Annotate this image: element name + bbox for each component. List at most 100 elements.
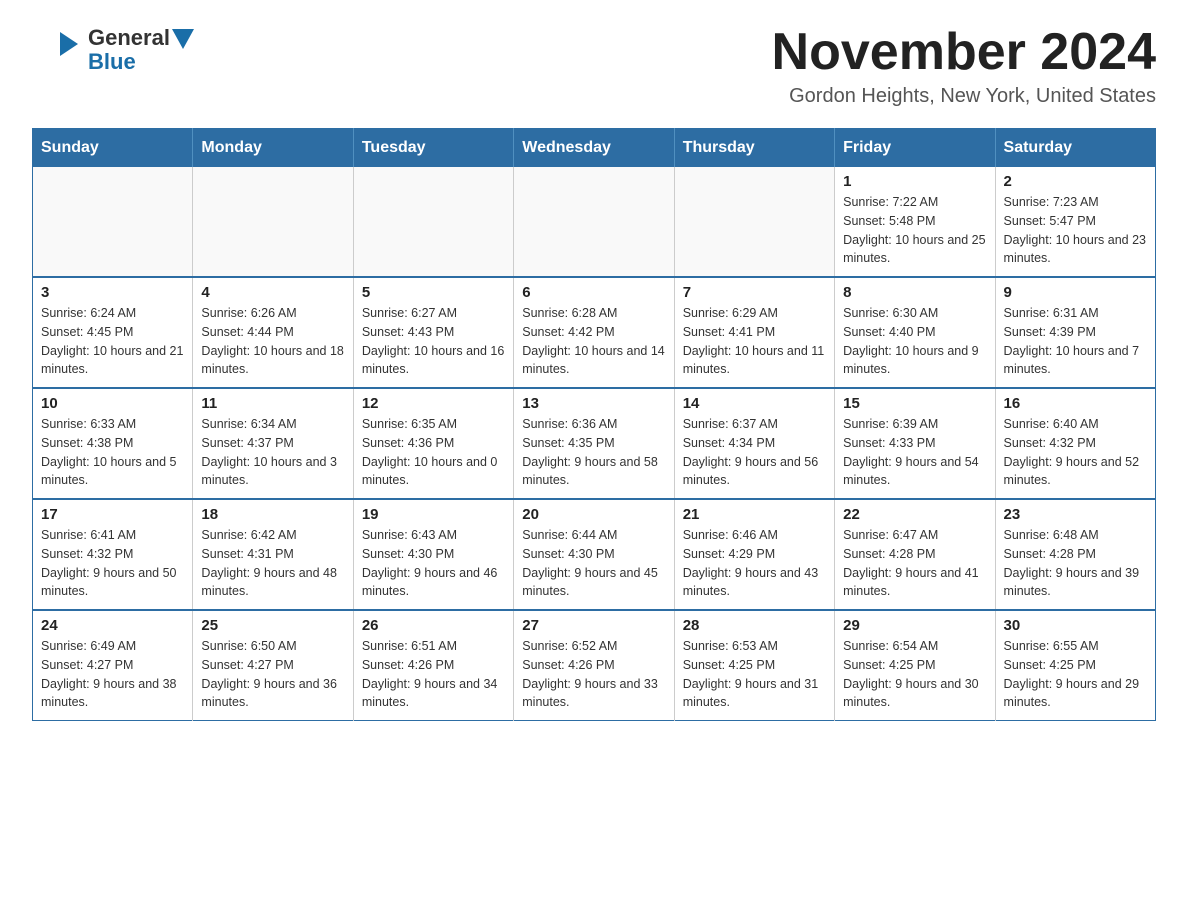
calendar-week-row: 24Sunrise: 6:49 AMSunset: 4:27 PMDayligh… (33, 610, 1156, 721)
day-info: Sunrise: 7:23 AMSunset: 5:47 PMDaylight:… (1004, 193, 1147, 268)
day-info: Sunrise: 6:50 AMSunset: 4:27 PMDaylight:… (201, 637, 344, 712)
table-row: 14Sunrise: 6:37 AMSunset: 4:34 PMDayligh… (674, 388, 834, 499)
table-row: 8 Sunrise: 6:30 AMSunset: 4:40 PMDaylight… (835, 277, 995, 388)
table-row: 12 Sunrise: 6:35 AMSunset: 4:36 PMDayligh… (353, 388, 513, 499)
day-number: 4 (201, 284, 344, 301)
table-row: 18Sunrise: 6:42 AMSunset: 4:31 PMDayligh… (193, 499, 353, 610)
day-number: 12 (362, 395, 505, 412)
day-number: 14 (683, 395, 826, 412)
day-info: Sunrise: 6:51 AMSunset: 4:26 PMDaylight:… (362, 637, 505, 712)
day-info: Sunrise: 6:49 AMSunset: 4:27 PMDaylight:… (41, 637, 184, 712)
day-info: Sunrise: 6:44 AMSunset: 4:30 PMDaylight:… (522, 526, 665, 601)
day-number: 29 (843, 617, 986, 634)
day-number: 19 (362, 506, 505, 523)
day-number: 28 (683, 617, 826, 634)
day-number: 5 (362, 284, 505, 301)
table-row: 24Sunrise: 6:49 AMSunset: 4:27 PMDayligh… (33, 610, 193, 721)
day-number: 15 (843, 395, 986, 412)
day-number: 21 (683, 506, 826, 523)
table-row (193, 167, 353, 277)
day-number: 23 (1004, 506, 1147, 523)
calendar-table: Sunday Monday Tuesday Wednesday Thursday… (32, 128, 1156, 721)
day-info: Sunrise: 6:43 AMSunset: 4:30 PMDaylight:… (362, 526, 505, 601)
table-row (33, 167, 193, 277)
day-info: Sunrise: 7:22 AMSunset: 5:48 PMDaylight:… (843, 193, 986, 268)
header-saturday: Saturday (995, 129, 1155, 168)
day-number: 27 (522, 617, 665, 634)
day-info: Sunrise: 6:31 AMSunset: 4:39 PMDaylight:… (1004, 304, 1147, 379)
table-row: 29 Sunrise: 6:54 AMSunset: 4:25 PMDayligh… (835, 610, 995, 721)
table-row: 3 Sunrise: 6:24 AMSunset: 4:45 PMDaylight… (33, 277, 193, 388)
day-number: 30 (1004, 617, 1147, 634)
table-row (674, 167, 834, 277)
table-row: 17 Sunrise: 6:41 AMSunset: 4:32 PMDayligh… (33, 499, 193, 610)
day-info: Sunrise: 6:36 AMSunset: 4:35 PMDaylight:… (522, 415, 665, 490)
table-row: 22 Sunrise: 6:47 AMSunset: 4:28 PMDayligh… (835, 499, 995, 610)
day-number: 13 (522, 395, 665, 412)
day-number: 22 (843, 506, 986, 523)
table-row: 20 Sunrise: 6:44 AMSunset: 4:30 PMDayligh… (514, 499, 674, 610)
logo-triangle-icon (172, 29, 194, 49)
table-row: 10Sunrise: 6:33 AMSunset: 4:38 PMDayligh… (33, 388, 193, 499)
day-info: Sunrise: 6:29 AMSunset: 4:41 PMDaylight:… (683, 304, 826, 379)
page-header: General Blue November 2024 Gordon Height… (32, 24, 1156, 108)
day-info: Sunrise: 6:34 AMSunset: 4:37 PMDaylight:… (201, 415, 344, 490)
calendar-week-row: 10Sunrise: 6:33 AMSunset: 4:38 PMDayligh… (33, 388, 1156, 499)
day-info: Sunrise: 6:53 AMSunset: 4:25 PMDaylight:… (683, 637, 826, 712)
location-subtitle: Gordon Heights, New York, United States (772, 85, 1156, 108)
table-row: 16 Sunrise: 6:40 AMSunset: 4:32 PMDayligh… (995, 388, 1155, 499)
table-row: 5 Sunrise: 6:27 AMSunset: 4:43 PMDaylight… (353, 277, 513, 388)
day-info: Sunrise: 6:55 AMSunset: 4:25 PMDaylight:… (1004, 637, 1147, 712)
header-wednesday: Wednesday (514, 129, 674, 168)
table-row: 1Sunrise: 7:22 AMSunset: 5:48 PMDaylight… (835, 167, 995, 277)
table-row: 19 Sunrise: 6:43 AMSunset: 4:30 PMDayligh… (353, 499, 513, 610)
table-row: 11 Sunrise: 6:34 AMSunset: 4:37 PMDayligh… (193, 388, 353, 499)
table-row (514, 167, 674, 277)
day-number: 2 (1004, 173, 1147, 190)
day-number: 9 (1004, 284, 1147, 301)
table-row (353, 167, 513, 277)
day-number: 25 (201, 617, 344, 634)
day-info: Sunrise: 6:47 AMSunset: 4:28 PMDaylight:… (843, 526, 986, 601)
logo: General Blue (32, 24, 194, 76)
logo-icon (32, 24, 84, 76)
calendar-week-row: 3 Sunrise: 6:24 AMSunset: 4:45 PMDaylight… (33, 277, 1156, 388)
header-sunday: Sunday (33, 129, 193, 168)
day-number: 11 (201, 395, 344, 412)
table-row: 23Sunrise: 6:48 AMSunset: 4:28 PMDayligh… (995, 499, 1155, 610)
day-info: Sunrise: 6:35 AMSunset: 4:36 PMDaylight:… (362, 415, 505, 490)
table-row: 15Sunrise: 6:39 AMSunset: 4:33 PMDayligh… (835, 388, 995, 499)
title-section: November 2024 Gordon Heights, New York, … (772, 24, 1156, 108)
header-thursday: Thursday (674, 129, 834, 168)
day-number: 26 (362, 617, 505, 634)
table-row: 6Sunrise: 6:28 AMSunset: 4:42 PMDaylight… (514, 277, 674, 388)
logo-general-text: General (88, 25, 170, 51)
day-info: Sunrise: 6:54 AMSunset: 4:25 PMDaylight:… (843, 637, 986, 712)
day-info: Sunrise: 6:30 AMSunset: 4:40 PMDaylight:… (843, 304, 986, 379)
day-number: 3 (41, 284, 184, 301)
day-number: 18 (201, 506, 344, 523)
day-info: Sunrise: 6:41 AMSunset: 4:32 PMDaylight:… (41, 526, 184, 601)
day-number: 16 (1004, 395, 1147, 412)
day-number: 17 (41, 506, 184, 523)
day-info: Sunrise: 6:40 AMSunset: 4:32 PMDaylight:… (1004, 415, 1147, 490)
table-row: 28 Sunrise: 6:53 AMSunset: 4:25 PMDayligh… (674, 610, 834, 721)
header-monday: Monday (193, 129, 353, 168)
day-number: 7 (683, 284, 826, 301)
table-row: 4Sunrise: 6:26 AMSunset: 4:44 PMDaylight… (193, 277, 353, 388)
calendar-week-row: 17 Sunrise: 6:41 AMSunset: 4:32 PMDayligh… (33, 499, 1156, 610)
logo-blue-text: Blue (88, 49, 194, 75)
month-title: November 2024 (772, 24, 1156, 81)
table-row: 21 Sunrise: 6:46 AMSunset: 4:29 PMDayligh… (674, 499, 834, 610)
day-info: Sunrise: 6:46 AMSunset: 4:29 PMDaylight:… (683, 526, 826, 601)
table-row: 30 Sunrise: 6:55 AMSunset: 4:25 PMDayligh… (995, 610, 1155, 721)
day-info: Sunrise: 6:24 AMSunset: 4:45 PMDaylight:… (41, 304, 184, 379)
header-tuesday: Tuesday (353, 129, 513, 168)
table-row: 7 Sunrise: 6:29 AMSunset: 4:41 PMDaylight… (674, 277, 834, 388)
table-row: 13 Sunrise: 6:36 AMSunset: 4:35 PMDayligh… (514, 388, 674, 499)
table-row: 9 Sunrise: 6:31 AMSunset: 4:39 PMDaylight… (995, 277, 1155, 388)
day-number: 8 (843, 284, 986, 301)
day-number: 20 (522, 506, 665, 523)
day-info: Sunrise: 6:52 AMSunset: 4:26 PMDaylight:… (522, 637, 665, 712)
day-info: Sunrise: 6:27 AMSunset: 4:43 PMDaylight:… (362, 304, 505, 379)
